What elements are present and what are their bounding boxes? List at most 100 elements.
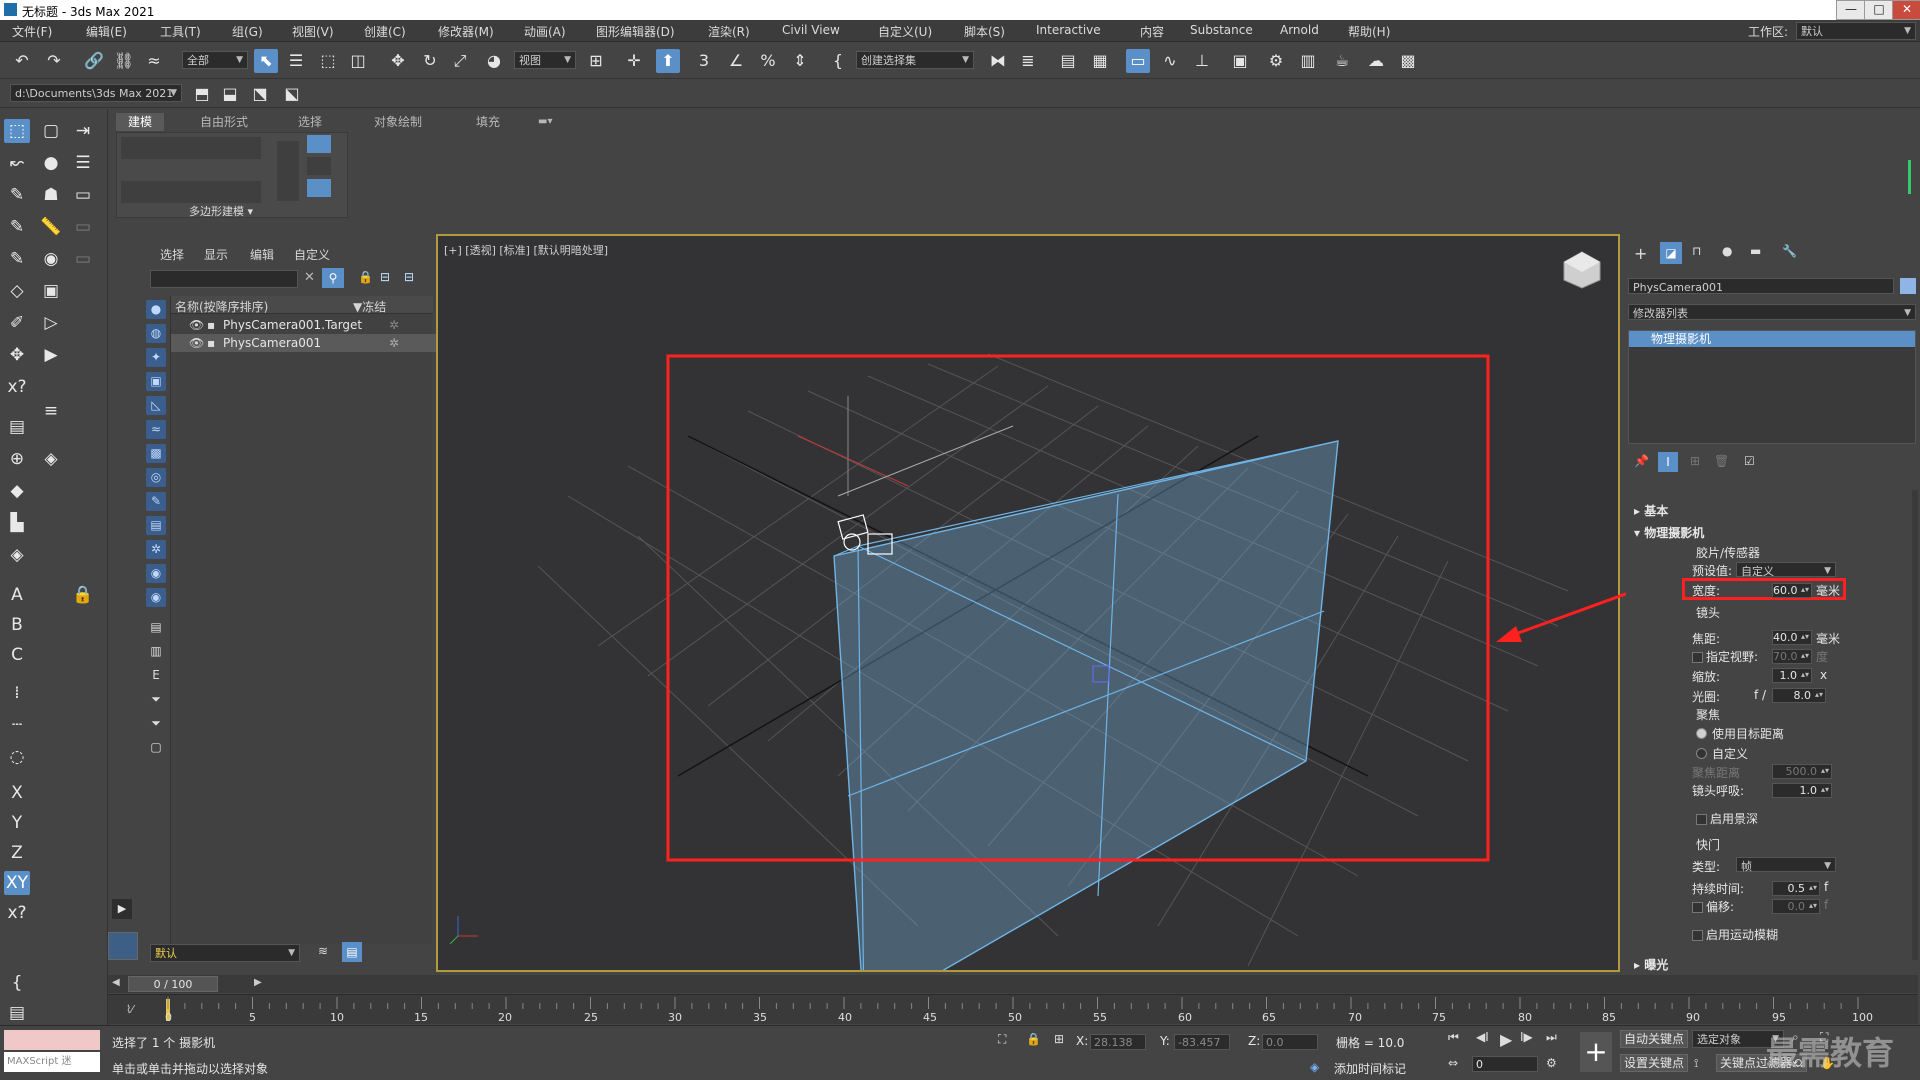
snaps-toggle-icon[interactable]: 3 bbox=[692, 49, 716, 73]
menu-help[interactable]: 帮助(H) bbox=[1348, 23, 1390, 40]
focus-custom-radio[interactable] bbox=[1696, 748, 1707, 759]
layer-dim-2-icon[interactable]: ▭ bbox=[70, 247, 96, 271]
scene-search-input[interactable] bbox=[150, 270, 298, 288]
layers-icon[interactable]: ◈ bbox=[38, 447, 64, 471]
workspace-select[interactable]: 默认 ▼ bbox=[1796, 22, 1916, 40]
column-frozen-header[interactable]: ▼冻结 bbox=[353, 298, 386, 315]
project-folder-icon[interactable]: ⬒ bbox=[190, 82, 214, 106]
layers-3-icon[interactable]: ◈ bbox=[4, 543, 30, 567]
named-selection-select[interactable]: 创建选择集 ▼ bbox=[856, 51, 974, 69]
dash-icon[interactable]: ┄ bbox=[4, 713, 30, 737]
dof-checkbox[interactable] bbox=[1696, 814, 1707, 825]
dotted-a-icon[interactable]: ⁞ bbox=[4, 681, 30, 705]
x-coord-input[interactable]: 28.138 bbox=[1090, 1034, 1146, 1050]
lock-icon[interactable]: 🔒 bbox=[70, 583, 96, 607]
menu-graph-editors[interactable]: 图形编辑器(D) bbox=[596, 23, 675, 40]
freeze-icon[interactable]: ✲ bbox=[389, 316, 399, 334]
bind-space-warp-icon[interactable]: ≈ bbox=[142, 49, 166, 73]
scale-icon[interactable]: ⤢ bbox=[448, 49, 472, 73]
modifier-stack-item[interactable]: 物理摄影机 bbox=[1629, 331, 1915, 347]
arrow-box-icon[interactable]: ▷ bbox=[38, 311, 64, 335]
rendered-frame-window-icon[interactable]: ▥ bbox=[1296, 49, 1320, 73]
selection-filter-select[interactable]: 全部 ▼ bbox=[182, 51, 248, 69]
menu-views[interactable]: 视图(V) bbox=[292, 23, 334, 40]
cloth-icon[interactable]: ☗ bbox=[38, 183, 64, 207]
column-name-header[interactable]: 名称(按降序排序) bbox=[175, 298, 268, 315]
expand-panel-icon[interactable]: ▶ bbox=[112, 899, 132, 919]
menu-scripting[interactable]: 脚本(S) bbox=[964, 23, 1005, 40]
select-region-icon[interactable]: ⬚ bbox=[4, 119, 30, 143]
command-panel-scrollbar[interactable] bbox=[1912, 490, 1918, 960]
offset-spinner[interactable]: 0.0 ▴▾ bbox=[1772, 899, 1820, 914]
select-manipulate-icon[interactable]: ✛ bbox=[622, 49, 646, 73]
filter-helpers-icon[interactable]: ◺ bbox=[146, 396, 166, 415]
object-color-swatch[interactable] bbox=[1900, 278, 1916, 294]
ribbon-tab-modeling[interactable]: 建模 bbox=[116, 113, 165, 131]
modify-tab-icon[interactable]: ◪ bbox=[1660, 242, 1682, 264]
menu-customize[interactable]: 自定义(U) bbox=[878, 23, 932, 40]
zoom-spinner[interactable]: 1.0 ▴▾ bbox=[1772, 668, 1812, 683]
key-mode-icon[interactable]: ⇔ bbox=[1448, 1056, 1458, 1070]
curve-editor-mini-icon[interactable]: ⌇⁄ bbox=[126, 1003, 133, 1016]
menu-tools[interactable]: 工具(T) bbox=[160, 23, 201, 40]
filter-cameras-icon[interactable]: ▣ bbox=[146, 372, 166, 391]
box-outline-icon[interactable]: ▢ bbox=[146, 738, 166, 757]
filter-bones-icon[interactable]: ✎ bbox=[146, 492, 166, 511]
brush-icon[interactable]: ✐ bbox=[4, 311, 30, 335]
rect-selection-icon[interactable]: ⬚ bbox=[316, 49, 340, 73]
hierarchy-icon[interactable]: ⊟ bbox=[380, 270, 390, 284]
render-setup-icon[interactable]: ⚙ bbox=[1264, 49, 1288, 73]
play-icon[interactable]: ▶ bbox=[1500, 1030, 1512, 1049]
create-tab-icon[interactable]: + bbox=[1634, 244, 1647, 263]
goto-end-icon[interactable]: ⏭ bbox=[1546, 1030, 1557, 1045]
move-icon[interactable]: ✥ bbox=[386, 49, 410, 73]
text-b-icon[interactable]: B bbox=[4, 613, 30, 637]
list-view-3-icon[interactable]: E bbox=[146, 666, 166, 685]
forward-box-icon[interactable]: ▶ bbox=[38, 343, 64, 367]
layer-select[interactable]: 默认 ▼ bbox=[150, 944, 300, 962]
z-coord-input[interactable]: 0.0 bbox=[1262, 1034, 1318, 1050]
menu-group[interactable]: 组(G) bbox=[232, 23, 263, 40]
axis-x-icon[interactable]: X bbox=[4, 781, 30, 805]
breathing-spinner[interactable]: 1.0 ▴▾ bbox=[1772, 783, 1832, 798]
make-unique-icon[interactable]: ⊞ bbox=[1690, 454, 1700, 468]
menu-modifiers[interactable]: 修改器(M) bbox=[438, 23, 494, 40]
motion-tab-icon[interactable]: ● bbox=[1722, 244, 1732, 258]
ribbon-pin-icon[interactable] bbox=[307, 179, 331, 197]
stack-icon[interactable]: ≡ bbox=[38, 399, 64, 423]
mirror-icon[interactable]: ⧓ bbox=[986, 49, 1010, 73]
fov-spinner[interactable]: 70.0 ▴▾ bbox=[1772, 649, 1812, 664]
menu-rendering[interactable]: 渲染(R) bbox=[708, 23, 750, 40]
key-filter-icon[interactable]: ⟟ bbox=[1694, 1056, 1698, 1071]
scene-tab-select[interactable]: 选择 bbox=[160, 246, 184, 263]
edit-named-selection-icon[interactable]: { bbox=[826, 49, 850, 73]
scene-tab-customize[interactable]: 自定义 bbox=[294, 246, 330, 263]
minimize-button[interactable]: — bbox=[1836, 0, 1866, 20]
goto-start-icon[interactable]: ⏮ bbox=[1448, 1030, 1459, 1045]
filter-geometry-icon[interactable]: ● bbox=[146, 300, 166, 319]
ribbon-modify-mode-icon[interactable] bbox=[307, 135, 331, 153]
menu-substance[interactable]: Substance bbox=[1190, 23, 1253, 37]
viewcube[interactable] bbox=[1562, 250, 1602, 290]
unlink-icon[interactable]: ⛓ bbox=[112, 49, 136, 73]
ribbon-tab-selection[interactable]: 选择 bbox=[286, 113, 334, 131]
project-path-select[interactable]: d:\Documents\3ds Max 2021 ▼ bbox=[10, 84, 182, 102]
set-key-button[interactable]: 设置关键点 bbox=[1620, 1054, 1689, 1072]
motion-blur-checkbox[interactable] bbox=[1692, 930, 1703, 941]
ribbon-tab-freeform[interactable]: 自由形式 bbox=[188, 113, 260, 131]
viewport-layout-icon[interactable]: ▢ bbox=[38, 119, 64, 143]
scene-row-camera[interactable]: 👁 ▪ PhysCamera001 ✲ bbox=[171, 334, 461, 352]
funnel-icon[interactable]: ⏷ bbox=[146, 690, 166, 709]
list-view-icon[interactable]: ▤ bbox=[146, 618, 166, 637]
hierarchy-2-icon[interactable]: ⊟ bbox=[404, 270, 414, 284]
set-key-big-icon[interactable]: + bbox=[1580, 1032, 1612, 1072]
modifier-list-select[interactable]: 修改器列表 ▼ bbox=[1628, 304, 1916, 320]
ribbon-options-icon[interactable]: ▬▾ bbox=[526, 113, 564, 131]
shield-icon[interactable]: ◇ bbox=[4, 279, 30, 303]
duration-spinner[interactable]: 0.5 ▴▾ bbox=[1772, 881, 1820, 896]
sphere-icon[interactable]: ◉ bbox=[38, 247, 64, 271]
menu-content[interactable]: 内容 bbox=[1140, 23, 1164, 40]
project-create-icon[interactable]: ⬔ bbox=[248, 82, 272, 106]
ribbon-tab-populate[interactable]: 填充 bbox=[464, 113, 512, 131]
brace-icon[interactable]: { bbox=[4, 971, 30, 995]
